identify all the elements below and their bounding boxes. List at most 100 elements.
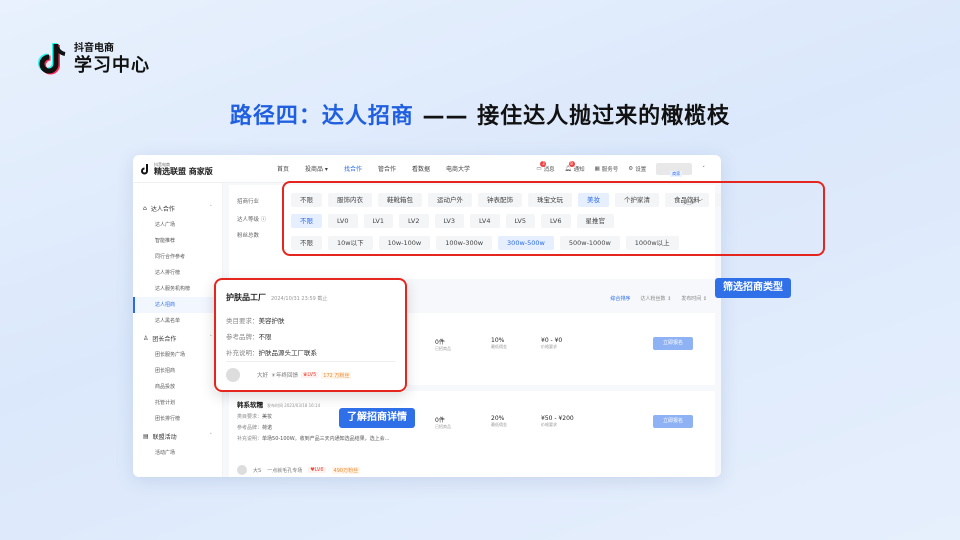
title-rest: —— 接住达人抛过来的橄榄枝 xyxy=(413,104,731,129)
sort-fans[interactable]: 达人粉丝数 ↕ xyxy=(640,295,671,309)
card-category: 类目要求：美妆 xyxy=(237,413,707,420)
talent-tag: 一点就毛孔专场 xyxy=(267,467,303,474)
stat-label: 最低佣金 xyxy=(491,344,507,349)
stat-value: 10% xyxy=(491,337,505,344)
card-key: 补充说明： xyxy=(237,436,263,442)
home-icon: ⌂ xyxy=(143,204,147,212)
sidebar-group-label: 联盟活动 xyxy=(152,433,177,441)
brand-big-text: 学习中心 xyxy=(74,55,150,76)
calendar-icon: ▤ xyxy=(143,432,149,440)
gear-icon: ⚙ xyxy=(628,165,634,172)
card-brand: 参考品牌：荷诺 xyxy=(237,424,707,431)
stat-value: ¥50 - ¥200 xyxy=(541,415,574,422)
detail-callout-text: 了解招商详情 xyxy=(347,412,407,423)
nav-home[interactable]: 首页 xyxy=(269,164,297,173)
stat-value: 20% xyxy=(491,415,505,422)
brand-logo: 抖音电商 学习中心 xyxy=(38,42,150,78)
sidebar-item[interactable]: 达人广场 xyxy=(133,217,222,233)
stat-price: ¥0 - ¥0 价格要求 xyxy=(541,337,562,350)
sidebar-group-label: 达人合作 xyxy=(150,205,175,213)
card-key: 类目要求： xyxy=(237,414,263,420)
card-title-text: 韩系软糯 xyxy=(237,401,263,409)
fans-label: 粉丝总数 xyxy=(237,233,260,239)
stat-value: 0件 xyxy=(435,339,445,346)
sidebar-group-leader[interactable]: ♙ 团长合作 ˄ xyxy=(133,329,222,347)
sidebar-item[interactable]: 达人排行榜 xyxy=(133,265,222,281)
filter-callout: 筛选招商类型 xyxy=(715,278,791,298)
shop-tag: 商家 xyxy=(670,170,683,177)
stat-commission: 20% 最低佣金 xyxy=(491,415,507,428)
nav-promote[interactable]: 投商品 ▾ xyxy=(297,164,336,173)
nav-manage-cooperation[interactable]: 管合作 xyxy=(370,164,404,173)
service-button[interactable]: ▦ 服务号 xyxy=(595,165,619,173)
stat-label: 价格要求 xyxy=(541,344,557,349)
chevron-down-icon[interactable]: ˅ xyxy=(702,166,705,172)
settings-button[interactable]: ⚙ 设置 xyxy=(628,165,646,173)
app-logo-icon xyxy=(141,163,148,174)
stat-items: 0件 已招商品 xyxy=(435,415,451,430)
talent-name[interactable]: 大S xyxy=(253,467,261,474)
notify-badge: 8 xyxy=(568,160,575,167)
sidebar-item[interactable]: 智能推荐 xyxy=(133,233,222,249)
sidebar-item[interactable]: 活动广场 xyxy=(133,445,222,461)
sidebar-item[interactable]: 团长排行榜 xyxy=(133,411,222,427)
stat-items: 0件 已招商品 xyxy=(435,337,451,352)
level-badge: ♥LV6 xyxy=(308,467,326,473)
industry-label: 招商行业 xyxy=(237,199,260,205)
stat-label: 最低佣金 xyxy=(491,422,507,427)
sidebar-group-talent[interactable]: ⌂ 达人合作 ˄ xyxy=(133,199,222,217)
sidebar-item[interactable]: 商品投放 xyxy=(133,379,222,395)
message-button[interactable]: ▭ 3 消息 xyxy=(536,160,555,173)
stat-value: 0件 xyxy=(435,417,445,424)
title-accent: 路径四：达人招商 xyxy=(229,104,414,129)
chevron-up-icon: ˄ xyxy=(209,335,213,341)
stat-label: 价格要求 xyxy=(541,422,557,427)
sidebar-item[interactable]: 团长招商 xyxy=(133,363,222,379)
card-footer: 大S 一点就毛孔专场 ♥LV6 490万粉丝 xyxy=(237,465,361,475)
signup-button[interactable]: 立即报名 xyxy=(653,415,693,428)
app-logo[interactable]: 抖音电商 精选联盟 商家版 xyxy=(141,162,269,176)
filter-highlight-box xyxy=(282,181,825,256)
grid-icon: ▦ xyxy=(594,165,600,172)
filter-callout-text: 筛选招商类型 xyxy=(723,282,783,293)
chevron-up-icon: ˄ xyxy=(209,205,213,211)
signup-button[interactable]: 立即报名 xyxy=(653,337,693,350)
sidebar-item[interactable]: 达人黑名单 xyxy=(133,313,222,329)
card-value: 单场50-100W。收到产品三天内通知选品结果，选上会... xyxy=(262,436,390,442)
tiktok-logo-icon xyxy=(38,42,68,78)
avatar xyxy=(237,465,247,475)
detail-callout: 了解招商详情 xyxy=(339,408,415,428)
card-value: 荷诺 xyxy=(262,425,273,431)
stat-label: 已招商品 xyxy=(435,346,451,351)
nav-find-cooperation[interactable]: 找合作 xyxy=(336,164,370,173)
sidebar-group-activity[interactable]: ▤ 联盟活动 ˄ xyxy=(133,427,222,445)
sidebar-item[interactable]: 同行合作参考 xyxy=(133,249,222,265)
stat-label: 已招商品 xyxy=(435,424,451,429)
settings-label: 设置 xyxy=(635,166,647,173)
card-note: 补充说明：单场50-100W。收到产品三天内通知选品结果，选上会... xyxy=(237,435,707,442)
sidebar-item[interactable]: 团长服务广场 xyxy=(133,347,222,363)
brand-small-text: 抖音电商 xyxy=(74,43,114,54)
fans-badge: 490万粉丝 xyxy=(331,466,361,474)
sidebar-item[interactable]: 托管计划 xyxy=(133,395,222,411)
nav-university[interactable]: 电商大学 xyxy=(438,164,478,173)
message-badge: 3 xyxy=(540,160,547,167)
detail-highlight-box xyxy=(214,278,407,392)
service-label: 服务号 xyxy=(601,166,619,173)
sort-time[interactable]: 发布时间 ↕ xyxy=(681,295,707,309)
sidebar-item-talent-recruit[interactable]: 达人招商 xyxy=(133,297,222,313)
sort-composite[interactable]: 综合排序 xyxy=(610,295,630,309)
stat-commission: 10% 最低佣金 xyxy=(491,337,507,350)
sidebar-group-label: 团长合作 xyxy=(152,335,177,343)
nav-data[interactable]: 看数据 xyxy=(404,164,438,173)
group-icon: ♙ xyxy=(143,334,149,342)
sidebar-item[interactable]: 达人服务机构榜 xyxy=(133,281,222,297)
page-title: 路径四：达人招商 —— 接住达人抛过来的橄榄枝 xyxy=(0,98,960,130)
account-avatar[interactable]: 商家 xyxy=(656,162,693,177)
top-nav: 首页 投商品 ▾ 找合作 管合作 看数据 电商大学 xyxy=(269,164,536,173)
notify-label: 通知 xyxy=(573,166,585,173)
card-title: 韩系软糯 发布时间 2023/03/18 16:14 xyxy=(237,399,707,409)
recruit-card[interactable]: 韩系软糯 发布时间 2023/03/18 16:14 类目要求：美妆 参考品牌：荷… xyxy=(229,391,715,477)
notify-button[interactable]: 🔔︎ 8 通知 xyxy=(565,160,585,173)
app-logo-name: 精选联盟 商家版 xyxy=(154,166,213,176)
